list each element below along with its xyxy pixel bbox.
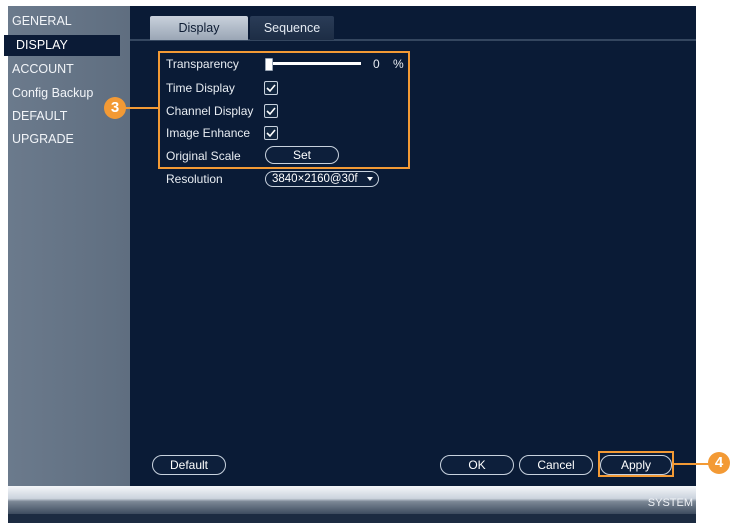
resolution-value: 3840×2160@30f bbox=[272, 173, 358, 185]
tab-display[interactable]: Display bbox=[150, 16, 248, 40]
ok-button[interactable]: OK bbox=[440, 455, 514, 475]
chevron-down-icon bbox=[367, 177, 373, 181]
system-label: SYSTEM bbox=[647, 497, 693, 509]
tab-sequence[interactable]: Sequence bbox=[250, 16, 334, 40]
settings-highlight-box bbox=[158, 51, 410, 169]
resolution-select[interactable]: 3840×2160@30f bbox=[265, 171, 379, 187]
sidebar-item-config-backup[interactable]: Config Backup bbox=[12, 86, 93, 100]
bottom-strip bbox=[8, 514, 696, 523]
sidebar-item-general[interactable]: GENERAL bbox=[12, 14, 72, 28]
status-bar bbox=[8, 486, 696, 514]
sidebar-item-default[interactable]: DEFAULT bbox=[12, 109, 67, 123]
default-button[interactable]: Default bbox=[152, 455, 226, 475]
sidebar-item-upgrade[interactable]: UPGRADE bbox=[12, 132, 74, 146]
sidebar-item-display[interactable]: DISPLAY bbox=[4, 35, 120, 56]
cancel-button[interactable]: Cancel bbox=[519, 455, 593, 475]
callout-3-line bbox=[124, 107, 160, 109]
sidebar-item-account[interactable]: ACCOUNT bbox=[12, 62, 74, 76]
sidebar bbox=[8, 6, 130, 486]
resolution-label: Resolution bbox=[166, 172, 223, 186]
callout-3-badge: 3 bbox=[104, 97, 126, 119]
apply-highlight-box bbox=[598, 451, 674, 477]
callout-4-badge: 4 bbox=[708, 452, 730, 474]
callout-4-line bbox=[674, 463, 710, 465]
